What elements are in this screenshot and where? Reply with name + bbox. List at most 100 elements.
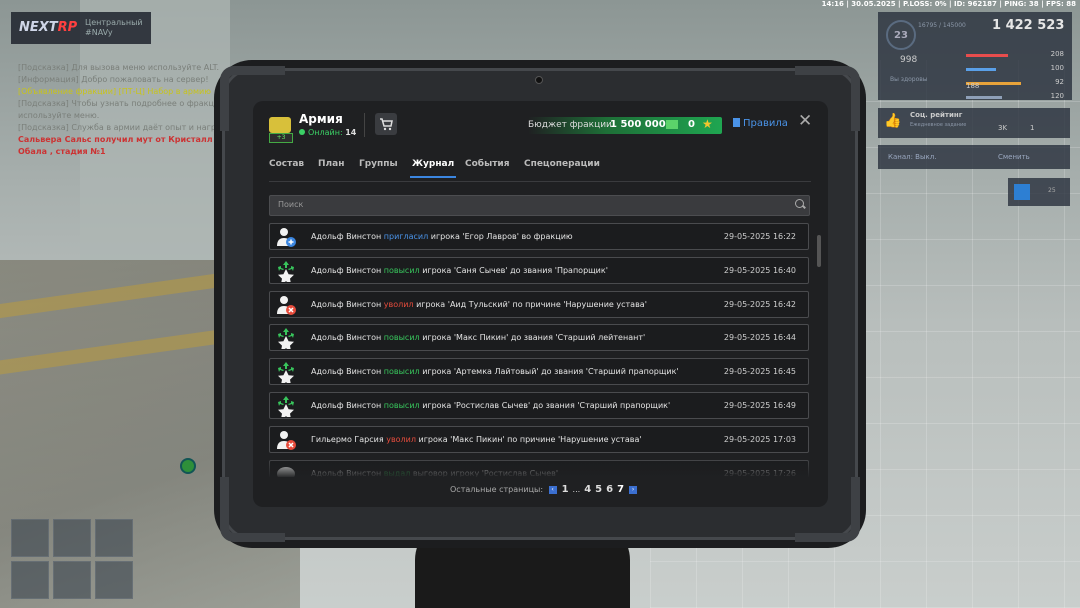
user-plus-icon [275, 226, 297, 248]
page-number[interactable]: 7 [617, 484, 624, 495]
journal-entry-text: Адольф Винстон повысил игрока 'Макс Пики… [311, 333, 645, 342]
stat-value: 208 [1050, 50, 1064, 58]
inventory-slot[interactable] [53, 561, 91, 599]
journal-entry[interactable]: Адольф Винстон повысил игрока 'Саня Сыче… [269, 256, 809, 284]
journal-entry[interactable]: Адольф Винстон повысил игрока 'Артемка Л… [269, 358, 809, 386]
rating-count-1: 3K [998, 124, 1008, 132]
journal-entry-text: Адольф Винстон пригласил игрока 'Егор Ла… [311, 232, 573, 241]
entry-actor: Адольф Винстон [311, 232, 382, 241]
journal-entry[interactable]: Гильермо Гарсия уволил игрока 'Макс Пики… [269, 425, 809, 453]
entry-date: 29-05-2025 16:22 [723, 232, 796, 241]
faction-tablet: +3 Армия Онлайн: 14 Бюджет фракции: 1 50… [220, 66, 860, 542]
chat-line: [Подсказка] Служба в армии даёт опыт и н… [18, 123, 236, 132]
tab-special-ops[interactable]: Спецоперации [524, 159, 600, 169]
channel-change[interactable]: Сменить [998, 153, 1030, 161]
online-indicator: Онлайн: 14 [299, 128, 356, 137]
tab-journal[interactable]: Журнал [409, 159, 457, 178]
page-number[interactable]: 1 [562, 484, 569, 495]
thumbs-up-icon: 👍 [884, 113, 902, 129]
promotion-star-icon [275, 395, 297, 419]
online-dot-icon [299, 129, 305, 135]
stat-value: 92 [1055, 78, 1064, 86]
inventory-slot[interactable] [53, 519, 91, 557]
list-fade [269, 457, 809, 477]
inventory-slot[interactable] [95, 519, 133, 557]
rating-title: Соц. рейтинг [910, 111, 963, 119]
page-number[interactable]: 4 [584, 484, 591, 495]
entry-action: повысил [383, 265, 420, 275]
page-number[interactable]: 6 [606, 484, 613, 495]
calendar-icon [1014, 184, 1030, 200]
stat-bar [966, 54, 1008, 57]
page-number[interactable]: 5 [595, 484, 602, 495]
entry-actor: Адольф Винстон [311, 265, 382, 275]
faction-emblem-icon: +3 [267, 111, 293, 143]
entry-details: игрока 'Макс Пикин' до звания 'Старший л… [422, 333, 646, 343]
page-ellipsis: ... [572, 485, 581, 494]
rating-count-2: 1 [1030, 124, 1035, 132]
voice-channel-panel[interactable]: Канал: Выкл. Сменить [878, 145, 1070, 169]
prev-page-button[interactable]: ‹ [548, 486, 557, 494]
player-stats-panel: 23 16795 / 145000 1 422 523 998 Вы здоро… [878, 12, 1072, 100]
budget-value: 1 500 000 [610, 119, 666, 130]
calendar-badge: 25 [1048, 187, 1056, 194]
tab-groups[interactable]: Группы [359, 159, 398, 169]
shop-cart-button[interactable] [375, 113, 397, 135]
chat-line: [Подсказка] Чтобы узнать подробнее о фра… [18, 99, 227, 120]
search-input[interactable]: Поиск [269, 195, 810, 216]
next-page-button[interactable]: › [629, 486, 638, 494]
stat-bottom: 188 [966, 82, 980, 90]
stat-bar [966, 96, 1002, 99]
entry-action: повысил [383, 367, 420, 377]
entry-action: повысил [383, 333, 420, 343]
tab-plan[interactable]: План [318, 159, 344, 169]
online-count: 14 [345, 128, 357, 137]
faction-budget: Бюджет фракции: 1 500 000 0 ★ [528, 117, 722, 134]
journal-entry[interactable]: Адольф Винстон уволил игрока 'Аид Тульск… [269, 290, 809, 318]
close-icon[interactable]: ✕ [798, 113, 812, 130]
calendar-widget[interactable]: 25 [1008, 178, 1070, 206]
entry-action: пригласил [383, 232, 429, 241]
stat-value: 120 [1050, 92, 1064, 100]
stat-row: 92 [966, 78, 1066, 88]
ammo-value: 998 [900, 55, 918, 65]
stat-row: 120 [966, 92, 1066, 102]
journal-entry-text: Гильермо Гарсия уволил игрока 'Макс Пики… [311, 435, 642, 444]
entry-actor: Адольф Винстон [311, 367, 382, 377]
tab-events[interactable]: События [465, 159, 510, 169]
entry-details: игрока 'Артемка Лайтовый' до звания 'Ста… [422, 367, 679, 377]
entry-details: игрока 'Ростислав Сычев' до звания 'Стар… [422, 401, 671, 410]
inventory-slot[interactable] [95, 561, 133, 599]
channel-status: Канал: Выкл. [888, 153, 937, 161]
journal-entry[interactable]: Адольф Винстон пригласил игрока 'Егор Ла… [269, 223, 809, 250]
budget-label: Бюджет фракции: [528, 120, 615, 130]
rules-link[interactable]: Правила [733, 118, 788, 129]
entry-details: игрока 'Егор Лавров' во фракцию [430, 232, 573, 241]
chat-line: [Информация] Добро пожаловать на сервер! [18, 75, 209, 84]
entry-date: 29-05-2025 16:40 [723, 265, 796, 275]
status-topbar: 14:16 | 30.05.2025 | P.LOSS: 0% | ID: 96… [821, 0, 1076, 8]
entry-details: игрока 'Макс Пикин' по причине 'Нарушени… [418, 434, 642, 444]
money-value: 1 422 523 [992, 18, 1065, 33]
entry-details: игрока 'Саня Сычев' до звания 'Прапорщик… [422, 265, 608, 275]
user-remove-icon [275, 294, 297, 316]
search-placeholder: Поиск [278, 200, 304, 209]
user-remove-icon [275, 429, 297, 451]
cash-icon [666, 120, 678, 129]
tablet-camera [535, 76, 543, 84]
tab-divider [269, 181, 811, 182]
search-icon[interactable] [795, 199, 804, 208]
journal-list: Адольф Винстон пригласил игрока 'Егор Ла… [269, 223, 809, 477]
header-divider [364, 113, 365, 137]
social-rating-panel[interactable]: 👍 Соц. рейтинг Ежедневное задание 3K 1 [878, 108, 1070, 138]
journal-entry[interactable]: Адольф Винстон повысил игрока 'Макс Пики… [269, 324, 809, 352]
journal-entry-text: Адольф Винстон уволил игрока 'Аид Тульск… [311, 300, 647, 309]
tablet-screen: +3 Армия Онлайн: 14 Бюджет фракции: 1 50… [253, 101, 828, 507]
inventory-slot[interactable] [11, 561, 49, 599]
tab-sostav[interactable]: Состав [269, 159, 304, 169]
inventory-slot[interactable] [11, 519, 49, 557]
entry-date: 29-05-2025 16:45 [723, 367, 796, 377]
journal-scrollbar[interactable] [817, 235, 821, 267]
journal-entry-text: Адольф Винстон повысил игрока 'Саня Сыче… [311, 266, 608, 275]
journal-entry[interactable]: Адольф Винстон повысил игрока 'Ростислав… [269, 392, 809, 419]
